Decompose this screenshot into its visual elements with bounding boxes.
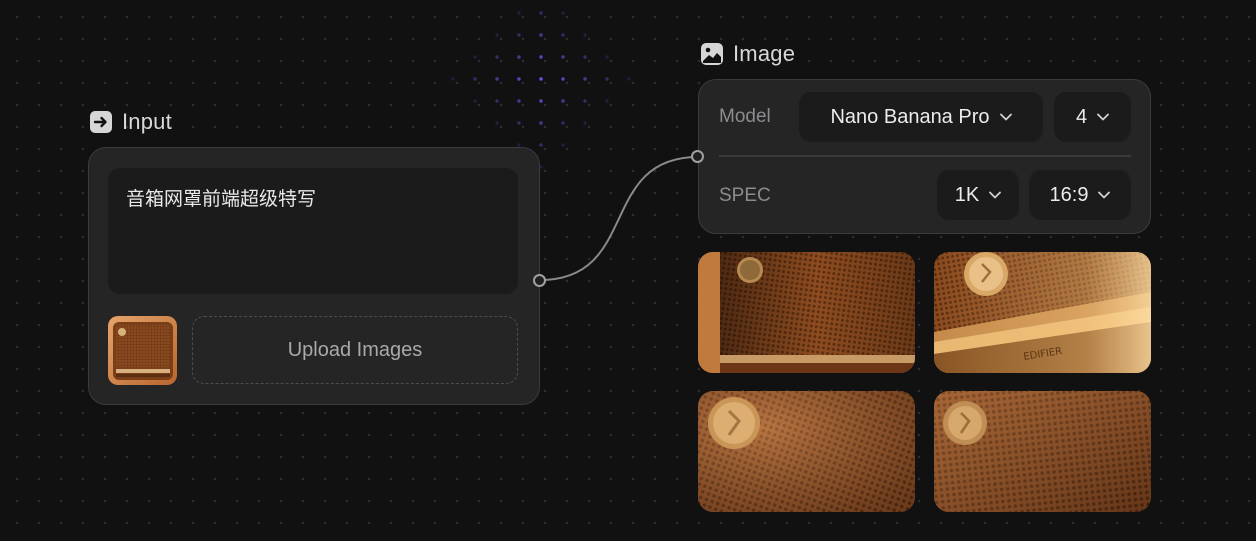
- reference-image-thumbnail[interactable]: [108, 316, 177, 385]
- resolution-select-value: 1K: [954, 183, 980, 206]
- count-select-value: 4: [1075, 105, 1088, 128]
- arrow-right-box-icon: [90, 111, 112, 133]
- chevron-down-icon: [999, 113, 1012, 121]
- result-image-2[interactable]: EDIFIER: [934, 252, 1151, 373]
- chevron-down-icon: [1098, 191, 1111, 199]
- aspect-ratio-select-value: 16:9: [1049, 183, 1089, 206]
- prompt-text: 音箱网罩前端超级特写: [126, 188, 317, 210]
- model-select-value: Nano Banana Pro: [830, 105, 990, 128]
- node-divider: [719, 155, 1131, 157]
- upload-images-label: Upload Images: [287, 338, 423, 361]
- resolution-select[interactable]: 1K: [937, 170, 1019, 220]
- result-image-4[interactable]: [934, 391, 1151, 512]
- image-node-title-label: Image: [733, 41, 796, 66]
- upload-images-button[interactable]: Upload Images: [192, 316, 518, 384]
- chevron-down-icon: [1097, 113, 1109, 121]
- model-label: Model: [719, 106, 771, 127]
- image-node-title: Image: [700, 41, 795, 67]
- spec-label: SPEC: [719, 185, 771, 206]
- model-select[interactable]: Nano Banana Pro: [799, 92, 1043, 142]
- image-icon: [701, 43, 723, 65]
- image-node-input-port[interactable]: [691, 150, 704, 163]
- aspect-ratio-select[interactable]: 16:9: [1029, 170, 1131, 220]
- input-node-output-port[interactable]: [533, 274, 546, 287]
- count-select[interactable]: 4: [1054, 92, 1131, 142]
- result-image-3[interactable]: [698, 391, 915, 512]
- prompt-textarea[interactable]: 音箱网罩前端超级特写: [108, 168, 518, 294]
- input-node-title: Input: [89, 109, 172, 135]
- chevron-down-icon: [989, 191, 1002, 199]
- result-image-1[interactable]: [698, 252, 915, 373]
- input-node-title-label: Input: [122, 109, 172, 134]
